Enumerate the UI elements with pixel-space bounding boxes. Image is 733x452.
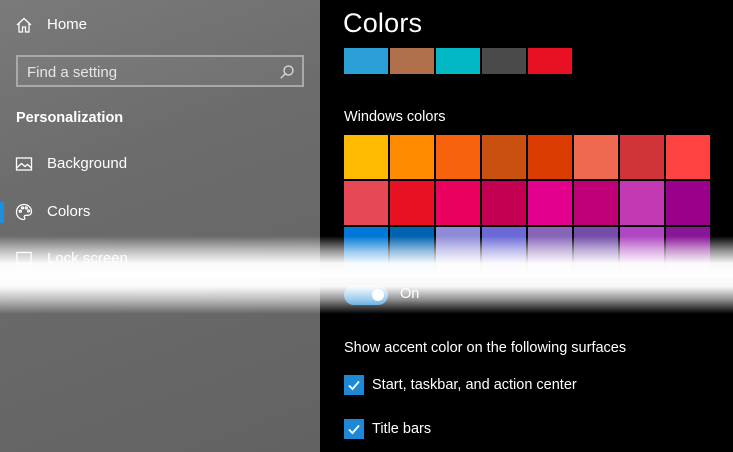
windows-color-swatch[interactable] — [620, 227, 664, 271]
windows-color-swatch[interactable] — [436, 181, 480, 225]
accent-surfaces-label: Show accent color on the following surfa… — [344, 340, 627, 356]
lock-screen-icon — [15, 250, 33, 268]
sidebar-item-label: Lock screen — [47, 250, 128, 267]
recent-color-swatch[interactable] — [390, 48, 434, 74]
search-input[interactable] — [27, 62, 267, 82]
title-bars-checkbox[interactable] — [344, 419, 364, 439]
search-icon[interactable] — [279, 64, 295, 80]
windows-color-swatch[interactable] — [344, 135, 388, 179]
windows-color-swatch[interactable] — [482, 227, 526, 271]
windows-color-swatch[interactable] — [344, 227, 388, 271]
sidebar-item-label: Colors — [47, 203, 91, 220]
sidebar: Home Personalization Background — [0, 0, 320, 452]
windows-colors-label: Windows colors — [344, 109, 446, 125]
windows-color-swatch[interactable] — [482, 135, 526, 179]
windows-color-swatch[interactable] — [390, 227, 434, 271]
windows-color-swatch[interactable] — [528, 135, 572, 179]
windows-color-swatch[interactable] — [620, 181, 664, 225]
windows-color-swatch[interactable] — [482, 181, 526, 225]
sidebar-item-label: Background — [47, 155, 128, 172]
windows-color-swatch[interactable] — [528, 227, 572, 271]
title-bars-checkbox-row[interactable]: Title bars — [344, 419, 431, 439]
windows-color-swatch[interactable] — [666, 227, 710, 271]
recent-color-swatch[interactable] — [344, 48, 388, 74]
windows-color-swatch[interactable] — [574, 135, 618, 179]
sidebar-home-label: Home — [47, 16, 88, 33]
toggle-knob — [372, 289, 384, 301]
recent-color-swatch[interactable] — [528, 48, 572, 74]
sidebar-item-colors[interactable]: Colors — [0, 191, 320, 233]
checkbox-label: Title bars — [372, 421, 432, 437]
recent-colors — [344, 48, 572, 74]
main-content: Colors Windows colors On Show accent col… — [320, 0, 733, 452]
checkmark-icon — [348, 424, 360, 435]
windows-color-swatch[interactable] — [574, 181, 618, 225]
selection-indicator — [0, 202, 4, 223]
windows-color-swatch[interactable] — [620, 135, 664, 179]
page-title: Colors — [343, 8, 423, 38]
checkbox-label: Start, taskbar, and action center — [372, 377, 577, 393]
start-taskbar-checkbox-row[interactable]: Start, taskbar, and action center — [344, 375, 577, 395]
sidebar-item-background[interactable]: Background — [0, 143, 320, 185]
image-icon — [15, 155, 33, 173]
palette-icon — [15, 203, 33, 221]
sidebar-item-lock-screen[interactable]: Lock screen — [0, 238, 320, 280]
sidebar-item-home[interactable]: Home — [0, 4, 320, 46]
windows-color-swatch[interactable] — [390, 135, 434, 179]
windows-color-swatch[interactable] — [344, 181, 388, 225]
start-taskbar-checkbox[interactable] — [344, 375, 364, 395]
search-box[interactable] — [16, 55, 304, 87]
home-icon — [15, 16, 33, 34]
windows-color-swatch[interactable] — [390, 181, 434, 225]
windows-color-swatch[interactable] — [574, 227, 618, 271]
recent-color-swatch[interactable] — [482, 48, 526, 74]
checkmark-icon — [348, 380, 360, 391]
windows-color-swatch[interactable] — [666, 135, 710, 179]
windows-color-swatch[interactable] — [436, 227, 480, 271]
windows-color-swatch[interactable] — [528, 181, 572, 225]
recent-color-swatch[interactable] — [436, 48, 480, 74]
toggle-state-label: On — [400, 286, 420, 302]
toggle-switch[interactable] — [344, 285, 388, 305]
windows-color-swatch[interactable] — [666, 181, 710, 225]
section-title: Personalization — [16, 110, 124, 126]
windows-color-swatch[interactable] — [436, 135, 480, 179]
windows-color-grid — [344, 135, 710, 271]
